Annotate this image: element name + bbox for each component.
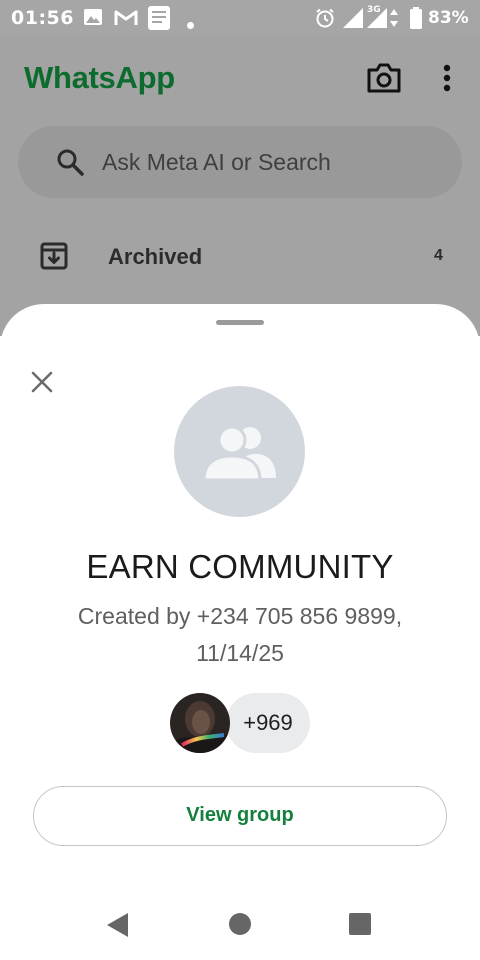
member-count: +969 bbox=[243, 710, 293, 735]
drag-handle[interactable] bbox=[216, 320, 264, 325]
members-preview[interactable]: +969 bbox=[0, 693, 480, 755]
archived-label: Archived bbox=[108, 244, 203, 269]
camera-icon bbox=[367, 63, 401, 93]
group-icon bbox=[202, 425, 276, 480]
member-avatar bbox=[170, 693, 230, 753]
gallery-icon bbox=[84, 9, 102, 29]
created-by-text: Created by +234 705 856 9899, 11/14/25 bbox=[77, 603, 403, 666]
community-info-sheet: EARN COMMUNITY Created by +234 705 856 9… bbox=[0, 304, 480, 960]
search-placeholder: Ask Meta AI or Search bbox=[102, 149, 331, 175]
chats-screen-background: WhatsApp Ask Meta AI or Search Archived … bbox=[0, 36, 480, 336]
nav-recents-button[interactable] bbox=[349, 913, 371, 935]
archive-icon bbox=[40, 240, 68, 275]
view-group-label: View group bbox=[186, 804, 294, 826]
dot-icon bbox=[187, 14, 194, 33]
status-time: 01:56 bbox=[11, 7, 74, 29]
archived-count: 4 bbox=[434, 247, 443, 264]
group-avatar bbox=[174, 386, 305, 517]
more-options-button[interactable] bbox=[436, 62, 458, 94]
camera-button[interactable] bbox=[366, 62, 402, 94]
app-title: WhatsApp bbox=[24, 60, 175, 95]
search-bar[interactable]: Ask Meta AI or Search bbox=[18, 126, 462, 198]
back-triangle-icon bbox=[107, 913, 128, 937]
close-icon bbox=[31, 371, 53, 393]
close-button[interactable] bbox=[28, 368, 56, 396]
nav-home-button[interactable] bbox=[229, 913, 251, 935]
battery-percentage: 83% bbox=[428, 8, 469, 28]
alarm-icon bbox=[315, 8, 335, 32]
search-icon bbox=[56, 148, 84, 181]
notification-icon bbox=[148, 6, 170, 34]
status-bar: 01:56 3G 83% bbox=[0, 0, 480, 36]
data-arrows-icon bbox=[390, 9, 398, 31]
battery-icon bbox=[410, 7, 422, 33]
more-vertical-icon bbox=[443, 64, 451, 92]
group-name: EARN COMMUNITY bbox=[86, 548, 394, 585]
member-count-chip: +969 bbox=[226, 693, 310, 753]
nav-back-button[interactable] bbox=[106, 912, 130, 943]
signal-icon bbox=[343, 8, 363, 32]
gmail-icon bbox=[114, 9, 138, 30]
archived-row[interactable]: Archived 4 bbox=[0, 232, 480, 288]
view-group-button[interactable]: View group bbox=[33, 786, 447, 846]
signal-icon-2 bbox=[367, 8, 387, 32]
system-nav-bar bbox=[0, 892, 480, 960]
